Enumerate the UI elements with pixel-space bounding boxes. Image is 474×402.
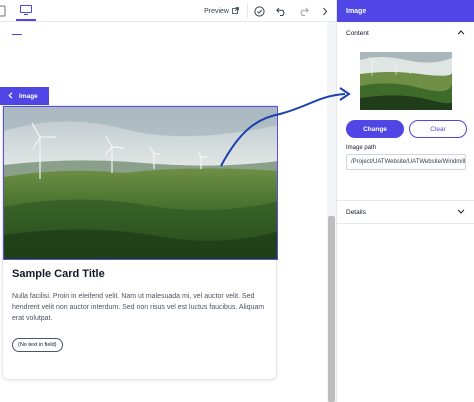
undo-icon[interactable] bbox=[270, 0, 292, 22]
image-thumbnail bbox=[360, 52, 452, 110]
image-path-label: Image path bbox=[346, 145, 377, 151]
component-tag-image[interactable]: Image bbox=[0, 87, 49, 105]
card-image-windmills[interactable] bbox=[3, 106, 278, 260]
canvas-indicator bbox=[12, 34, 22, 35]
external-link-icon bbox=[232, 6, 239, 16]
page-editor: Preview Image Sample Card Title Nulla fa… bbox=[0, 0, 474, 402]
chevron-left-icon[interactable] bbox=[8, 91, 13, 101]
scrollbar-thumb[interactable] bbox=[328, 216, 335, 402]
chevron-down-icon[interactable] bbox=[457, 208, 465, 216]
canvas-scrollbar[interactable] bbox=[327, 22, 336, 402]
chevron-right-icon[interactable] bbox=[314, 0, 336, 22]
image-path-field[interactable]: /Project/UATWebsite/UATWebsite/Windmills bbox=[346, 154, 466, 170]
details-section: Details bbox=[337, 201, 474, 224]
clear-image-button[interactable]: Clear bbox=[409, 120, 467, 138]
card-text[interactable]: Nulla facilisi. Proin in eleifend velit.… bbox=[12, 291, 270, 324]
redo-icon[interactable] bbox=[292, 0, 314, 22]
editor-canvas: Image Sample Card Title Nulla facilisi. … bbox=[0, 22, 336, 402]
content-section-body: Change Clear Image path /Project/UATWebs… bbox=[337, 44, 474, 200]
preview-button[interactable]: Preview bbox=[196, 6, 247, 16]
content-section-label: Content bbox=[346, 29, 369, 37]
details-section-label: Details bbox=[346, 208, 366, 216]
sample-card[interactable]: Sample Card Title Nulla facilisi. Proin … bbox=[2, 105, 278, 380]
mobile-device-icon[interactable] bbox=[0, 4, 6, 18]
content-section: Content Change Clear Image path /Project… bbox=[337, 22, 474, 201]
details-section-header[interactable]: Details bbox=[337, 201, 474, 223]
properties-panel: Image Content Change Clear Image path /P… bbox=[336, 0, 474, 402]
preview-label: Preview bbox=[204, 7, 229, 15]
card-title[interactable]: Sample Card Title bbox=[12, 268, 105, 280]
content-section-header[interactable]: Content bbox=[337, 22, 474, 44]
change-image-button[interactable]: Change bbox=[346, 120, 404, 138]
desktop-icon[interactable] bbox=[16, 1, 36, 21]
editor-toolbar: Preview bbox=[0, 0, 336, 22]
check-circle-icon[interactable] bbox=[248, 0, 270, 22]
chevron-up-icon[interactable] bbox=[457, 29, 465, 37]
card-link-chip[interactable]: (No text in field) bbox=[12, 338, 63, 352]
component-tag-label: Image bbox=[19, 92, 38, 100]
panel-title: Image bbox=[337, 0, 474, 22]
